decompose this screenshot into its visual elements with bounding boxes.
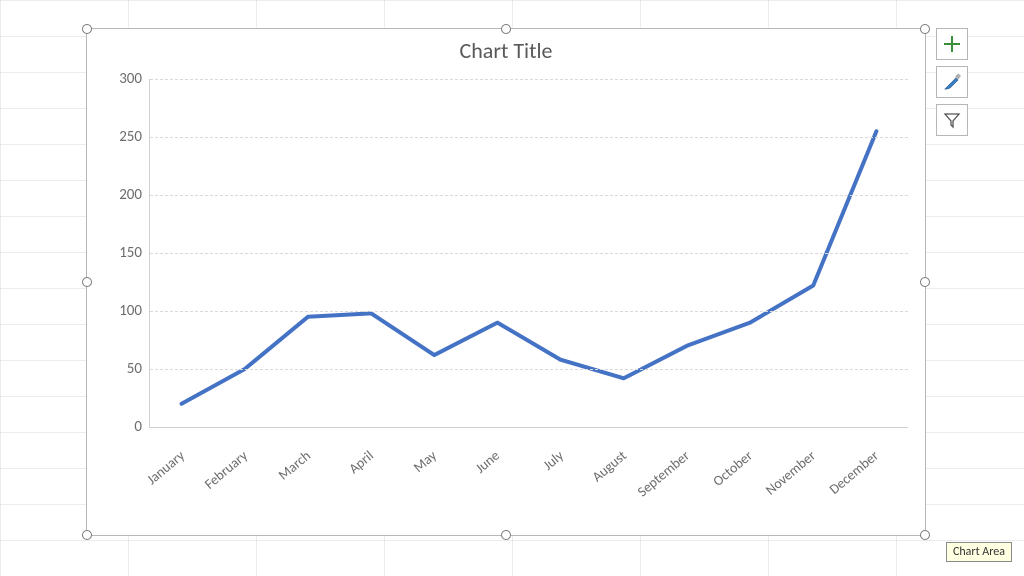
gridline — [150, 195, 908, 196]
resize-handle-bottom-middle[interactable] — [501, 530, 511, 540]
x-tick-label: March — [275, 447, 314, 484]
y-tick-label: 0 — [134, 418, 150, 436]
resize-handle-bottom-left[interactable] — [82, 530, 92, 540]
x-tick-label: May — [410, 447, 440, 476]
chart-filters-button[interactable] — [936, 104, 968, 136]
x-tick-label: January — [143, 447, 188, 488]
resize-handle-top-middle[interactable] — [501, 24, 511, 34]
tooltip-chart-area: Chart Area — [946, 542, 1012, 562]
chart-elements-button[interactable] — [936, 28, 968, 60]
chart-title[interactable]: Chart Title — [87, 29, 925, 68]
x-tick-label: December — [826, 447, 882, 498]
paintbrush-icon — [942, 72, 962, 92]
y-tick-label: 100 — [119, 302, 150, 320]
x-tick-label: July — [539, 447, 566, 474]
gridline — [150, 79, 908, 80]
y-tick-label: 150 — [119, 244, 150, 262]
x-tick-label: February — [201, 447, 251, 493]
resize-handle-top-right[interactable] — [920, 24, 930, 34]
gridline — [150, 369, 908, 370]
plus-icon — [943, 35, 961, 53]
x-tick-label: November — [762, 447, 819, 499]
plot-area[interactable]: 050100150200250300 — [149, 79, 908, 428]
y-tick-label: 300 — [119, 70, 150, 88]
y-tick-label: 250 — [119, 128, 150, 146]
chart-styles-button[interactable] — [936, 66, 968, 98]
x-axis-labels: JanuaryFebruaryMarchAprilMayJuneJulyAugu… — [149, 427, 907, 527]
chart-side-buttons — [936, 28, 968, 136]
resize-handle-bottom-right[interactable] — [920, 530, 930, 540]
y-tick-label: 50 — [127, 360, 150, 378]
funnel-icon — [943, 111, 961, 129]
gridline — [150, 137, 908, 138]
resize-handle-top-left[interactable] — [82, 24, 92, 34]
x-tick-label: April — [346, 447, 377, 477]
x-tick-label: October — [710, 447, 756, 490]
x-tick-label: August — [589, 447, 630, 485]
x-tick-label: June — [472, 447, 503, 477]
chart-area[interactable]: Chart Title 050100150200250300 JanuaryFe… — [86, 28, 926, 536]
resize-handle-mid-right[interactable] — [920, 277, 930, 287]
gridline — [150, 311, 908, 312]
resize-handle-mid-left[interactable] — [82, 277, 92, 287]
y-tick-label: 200 — [119, 186, 150, 204]
x-tick-label: September — [634, 447, 693, 500]
gridline — [150, 253, 908, 254]
